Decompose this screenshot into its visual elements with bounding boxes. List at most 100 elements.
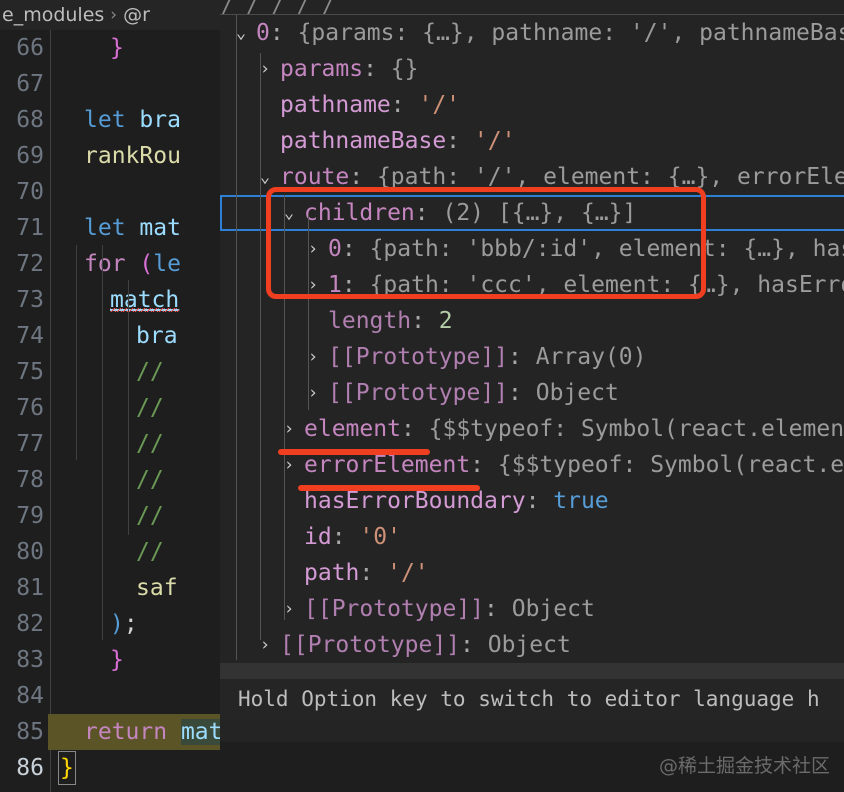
- object-tree[interactable]: ⌄ 0: {params: {…}, pathname: '/', pathnam…: [220, 15, 844, 699]
- code-line-68[interactable]: let bra: [48, 102, 220, 138]
- tree-token: :: [414, 200, 443, 226]
- code-line-81[interactable]: saf: [48, 570, 220, 606]
- breadcrumb-segment-0[interactable]: e_modules: [2, 4, 104, 26]
- code-token: match: [110, 287, 180, 313]
- code-token: }: [110, 35, 124, 61]
- row-proto-obj2[interactable]: › [[Prototype]]: Object: [220, 591, 844, 627]
- row-proto-arr[interactable]: › [[Prototype]]: Array(0): [220, 339, 844, 375]
- row-proto-obj3[interactable]: › [[Prototype]]: Object: [220, 627, 844, 663]
- tree-token: params: [280, 56, 364, 82]
- chevron-right-icon[interactable]: ›: [302, 267, 324, 303]
- tree-token: '0': [359, 524, 401, 550]
- tree-token: :: [359, 560, 388, 586]
- tree-token: hasErrorBoundary: [304, 488, 526, 514]
- tree-token: length: [328, 308, 412, 334]
- code-line-79[interactable]: //: [48, 498, 220, 534]
- chevron-down-icon[interactable]: ⌄: [230, 15, 252, 51]
- code-line-70[interactable]: [48, 174, 220, 210]
- code-line-84[interactable]: [48, 678, 220, 714]
- line-number-70: 70: [16, 179, 44, 205]
- tree-token: :: [269, 20, 298, 46]
- tree-token: {params: {…}, pathname: '/', pathnameBas…: [297, 20, 844, 46]
- row-length-2[interactable]: length: 2: [220, 303, 844, 339]
- code-editor[interactable]: 66 67 68 69 70 71 72 73 74 75 76 77 78 79 80 81 82 83 84 85…: [0, 30, 220, 792]
- code-line-66[interactable]: }: [48, 30, 220, 66]
- breadcrumb-segment-1[interactable]: @r: [123, 4, 150, 26]
- code-token: mat: [139, 215, 181, 241]
- row-pathnamebase[interactable]: pathnameBase: '/': [220, 123, 844, 159]
- chevron-right-icon[interactable]: ›: [278, 411, 300, 447]
- tree-row-text: pathname: '/': [280, 87, 460, 123]
- tree-row-text: route: {path: '/', element: {…}, errorEl…: [280, 159, 844, 195]
- row-children[interactable]: ⌄ children: (2) [{…}, {…}]: [220, 195, 844, 231]
- tree-token: pathname: [280, 92, 391, 118]
- line-number-66: 66: [16, 35, 44, 61]
- tree-token: pathnameBase: [280, 128, 447, 154]
- tree-token: :: [508, 344, 536, 370]
- code-line-72[interactable]: for (le: [48, 246, 220, 282]
- chevron-right-icon[interactable]: ›: [302, 375, 324, 411]
- code-line-85[interactable]: return matches;: [48, 714, 220, 750]
- code-line-82[interactable]: );: [48, 606, 220, 642]
- code-token: le: [153, 251, 181, 277]
- tree-token: 0: [256, 20, 270, 46]
- chevron-right-icon[interactable]: ›: [254, 51, 276, 87]
- line-number-85: 85: [16, 719, 44, 745]
- code-line-76[interactable]: //: [48, 390, 220, 426]
- code-line-69[interactable]: rankRou: [48, 138, 220, 174]
- code-token: bra: [136, 323, 178, 349]
- tree-row-text: 0: {params: {…}, pathname: '/', pathname…: [256, 15, 844, 51]
- tree-token: {path: '/', element: {…}, errorEleme: [376, 164, 844, 190]
- row-child-0[interactable]: › 0: {path: 'bbb/:id', element: {…}, hasE…: [220, 231, 844, 267]
- code-line-75[interactable]: //: [48, 354, 220, 390]
- row-params[interactable]: › params: {}: [220, 51, 844, 87]
- breadcrumb[interactable]: e_modules › @r: [0, 0, 220, 30]
- line-number-76: 76: [16, 395, 44, 421]
- tree-token: :: [331, 524, 360, 550]
- chevron-right-icon[interactable]: ›: [302, 339, 324, 375]
- row-route[interactable]: ⌄ route: {path: '/', element: {…}, errorE…: [220, 159, 844, 195]
- line-number-69: 69: [16, 143, 44, 169]
- row-0[interactable]: ⌄ 0: {params: {…}, pathname: '/', pathnam…: [220, 15, 844, 51]
- tree-token: [[Prototype]]: [280, 632, 461, 658]
- tree-row-text: [[Prototype]]: Object: [280, 627, 571, 663]
- error-squiggle: [110, 308, 180, 312]
- line-number-68: 68: [16, 107, 44, 133]
- code-line-83[interactable]: }: [48, 642, 220, 678]
- tree-token: children: [304, 200, 415, 226]
- row-element[interactable]: › element: {$$typeof: Symbol(react.elemen…: [220, 411, 844, 447]
- annotation-red-underline-errorelement: [278, 449, 430, 455]
- line-number-77: 77: [16, 431, 44, 457]
- row-pathname[interactable]: pathname: '/': [220, 87, 844, 123]
- tree-token: Object: [487, 632, 571, 658]
- row-child-1[interactable]: › 1: {path: 'ccc', element: {…}, hasError…: [220, 267, 844, 303]
- devtools-scroll-strip[interactable]: [220, 663, 844, 679]
- code-line-86[interactable]: }: [48, 750, 220, 786]
- code-line-71[interactable]: let mat: [48, 210, 220, 246]
- code-line-77[interactable]: //: [48, 426, 220, 462]
- code-line-74[interactable]: bra: [48, 318, 220, 354]
- chevron-right-icon[interactable]: ›: [278, 591, 300, 627]
- devtools-object-inspector[interactable]: / / / / / ⌄ 0: {params: {…}, pathname: '/…: [220, 0, 844, 792]
- row-id[interactable]: id: '0': [220, 519, 844, 555]
- row-proto-obj1[interactable]: › [[Prototype]]: Object: [220, 375, 844, 411]
- chevron-right-icon[interactable]: ›: [254, 627, 276, 663]
- chevron-right-icon[interactable]: ›: [302, 231, 324, 267]
- line-number-84: 84: [16, 683, 44, 709]
- tree-guide-0: [236, 15, 237, 660]
- code-token: //: [136, 431, 164, 457]
- code-line-78[interactable]: //: [48, 462, 220, 498]
- selected-row-left-edge: [220, 195, 222, 231]
- tree-row-text: pathnameBase: '/': [280, 123, 515, 159]
- code-area[interactable]: } let bra rankRou let mat for (le match bra///…: [48, 30, 220, 792]
- row-path[interactable]: path: '/': [220, 555, 844, 591]
- chevron-down-icon[interactable]: ⌄: [278, 195, 300, 231]
- code-line-73[interactable]: match: [48, 282, 220, 318]
- code-token: let: [84, 215, 140, 241]
- tree-token: '/': [473, 128, 516, 154]
- code-line-80[interactable]: //: [48, 534, 220, 570]
- code-token: ;: [123, 611, 138, 637]
- chevron-down-icon[interactable]: ⌄: [254, 159, 276, 195]
- tree-token: Array(0): [535, 344, 647, 370]
- code-line-67[interactable]: [48, 66, 220, 102]
